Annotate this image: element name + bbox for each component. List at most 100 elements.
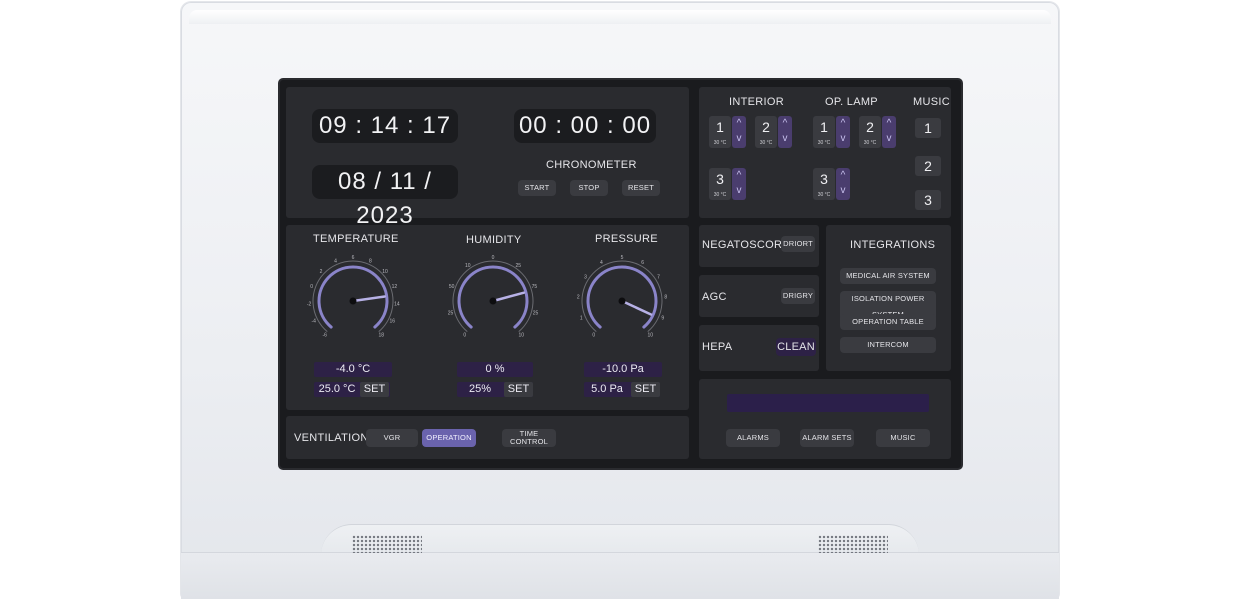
- ventilation-vgr-button[interactable]: VGR: [366, 429, 418, 447]
- gauge-needle: [491, 291, 526, 303]
- lamp-number: 1: [820, 119, 828, 135]
- arrow-up-icon[interactable]: ^: [836, 171, 850, 181]
- agc-button[interactable]: DRIGRY: [781, 288, 815, 304]
- gauge-arc: [586, 265, 658, 329]
- gauge-tick-label: 4: [334, 259, 337, 265]
- negatoscore-label: NEGATOSCORE: [702, 239, 790, 251]
- pressure-current: -10.0 Pa: [584, 362, 662, 377]
- gauge-tick-label: 16: [390, 319, 396, 325]
- interior-lamp-2[interactable]: 2 30 °C: [755, 116, 777, 148]
- lamp-number: 3: [716, 171, 724, 187]
- gauge-tick-label: 10: [382, 269, 388, 275]
- date-display: 08 / 11 / 2023: [312, 165, 458, 229]
- negatoscore-panel: NEGATOSCORE DRIORT: [699, 225, 819, 267]
- humidity-setpoint[interactable]: 25%: [462, 382, 498, 397]
- gauge-tick-label: 12: [392, 284, 398, 290]
- arrow-down-icon[interactable]: v: [732, 134, 746, 144]
- pressure-set-button[interactable]: SET: [631, 382, 660, 397]
- arrow-up-icon[interactable]: ^: [732, 171, 746, 181]
- gauge-hub: [618, 297, 626, 305]
- medical-air-system-button[interactable]: MEDICAL AIR SYSTEM: [840, 268, 936, 284]
- interior-lamp-2-arrows: ^ v: [778, 116, 792, 148]
- alarm-sets-button[interactable]: ALARM SETS: [800, 429, 854, 447]
- op-lamp-3[interactable]: 3 30 °C: [813, 168, 835, 200]
- gauge-tick-label: 6: [352, 255, 355, 261]
- gauge-tick-label: 2: [320, 269, 323, 275]
- arrow-down-icon[interactable]: v: [882, 134, 896, 144]
- ventilation-operation-button[interactable]: OPERATION: [422, 429, 476, 447]
- lamp-number: 1: [716, 119, 724, 135]
- gauge-tick-label: 2: [577, 294, 580, 300]
- arrow-down-icon[interactable]: v: [836, 134, 850, 144]
- operation-table-button[interactable]: OPERATION TABLE: [840, 314, 936, 330]
- gauge-tick-label: 3: [584, 274, 587, 280]
- arrow-up-icon[interactable]: ^: [732, 119, 746, 129]
- op-lamp-1[interactable]: 1 30 °C: [813, 116, 835, 148]
- gauge-tick-label: 10: [519, 333, 525, 339]
- op-lamp-title: OP. LAMP: [825, 96, 878, 108]
- negatoscore-button[interactable]: DRIORT: [781, 236, 815, 252]
- chronometer-display: 00 : 00 : 00: [514, 109, 656, 143]
- gauge-tick-label: -4: [311, 319, 316, 325]
- right-speaker-grille: [818, 535, 888, 553]
- gauge-tick-label: 10: [465, 263, 471, 269]
- ventilation-label: VENTILATION: [294, 432, 369, 444]
- gauge-needle: [620, 299, 653, 316]
- arrow-up-icon[interactable]: ^: [882, 119, 896, 129]
- arrow-down-icon[interactable]: v: [732, 186, 746, 196]
- gauge-tick-label: 25: [448, 310, 454, 316]
- interior-title: INTERIOR: [729, 96, 784, 108]
- gauge-tick-label: 8: [664, 294, 667, 300]
- interior-lamp-3[interactable]: 3 30 °C: [709, 168, 731, 200]
- pressure-title: PRESSURE: [595, 233, 658, 245]
- chrono-stop-button[interactable]: STOP: [570, 180, 608, 196]
- hepa-panel: HEPA CLEAN: [699, 325, 819, 371]
- op-lamp-2-arrows: ^ v: [882, 116, 896, 148]
- gauge-tick-label: 0: [592, 333, 595, 339]
- arrow-down-icon[interactable]: v: [778, 134, 792, 144]
- arrow-down-icon[interactable]: v: [836, 186, 850, 196]
- time-display: 09 : 14 : 17: [312, 109, 458, 143]
- interior-lamp-1[interactable]: 1 30 °C: [709, 116, 731, 148]
- gauge-arc: [457, 265, 529, 329]
- intercom-button[interactable]: INTERCOM: [840, 337, 936, 353]
- humidity-set-button[interactable]: SET: [504, 382, 533, 397]
- ventilation-panel: VENTILATION VGR OPERATION TIME CONTROL: [286, 416, 689, 459]
- gauge-tick-label: 5: [621, 255, 624, 261]
- lamp-temp: 30 °C: [759, 140, 773, 146]
- ventilation-time-control-button[interactable]: TIME CONTROL: [502, 429, 556, 447]
- op-lamp-2[interactable]: 2 30 °C: [859, 116, 881, 148]
- gauge-hub: [489, 297, 497, 305]
- gauge-tick-label: 50: [449, 284, 455, 290]
- gauge-tick-label: 8: [369, 259, 372, 265]
- chrono-start-button[interactable]: START: [518, 180, 556, 196]
- alarms-button[interactable]: ALARMS: [726, 429, 780, 447]
- lamp-temp: 30 °C: [817, 140, 831, 146]
- bezel-highlight: [189, 10, 1051, 24]
- temperature-set-button[interactable]: SET: [360, 382, 389, 397]
- pressure-setpoint[interactable]: 5.0 Pa: [586, 382, 628, 397]
- interior-lamp-1-arrows: ^ v: [732, 116, 746, 148]
- lamp-number: 2: [762, 119, 770, 135]
- gauge-tick-label: 1: [580, 315, 583, 321]
- op-lamp-3-arrows: ^ v: [836, 168, 850, 200]
- lamp-number: 3: [820, 171, 828, 187]
- gauge-tick-label: 25: [515, 263, 521, 269]
- hepa-clean-button[interactable]: CLEAN: [776, 338, 816, 356]
- op-lamp-1-arrows: ^ v: [836, 116, 850, 148]
- gauge-tick-label: 18: [379, 333, 385, 339]
- music-title: MUSIC: [913, 96, 950, 108]
- arrow-up-icon[interactable]: ^: [836, 119, 850, 129]
- gauge-tick-label: 0: [463, 333, 466, 339]
- chrono-reset-button[interactable]: RESET: [622, 180, 660, 196]
- arrow-up-icon[interactable]: ^: [778, 119, 792, 129]
- integrations-title: INTEGRATIONS: [850, 239, 936, 251]
- music-button-3[interactable]: 3: [915, 190, 941, 210]
- humidity-title: HUMIDITY: [466, 234, 522, 246]
- humidity-gauge: 0 25 50 10 0 25 75 25 10: [448, 255, 539, 339]
- music-button-2[interactable]: 2: [915, 156, 941, 176]
- music-button[interactable]: MUSIC: [876, 429, 930, 447]
- gauge-tick-label: -2: [307, 302, 312, 308]
- music-button-1[interactable]: 1: [915, 118, 941, 138]
- temperature-setpoint[interactable]: 25.0 °C: [317, 382, 357, 397]
